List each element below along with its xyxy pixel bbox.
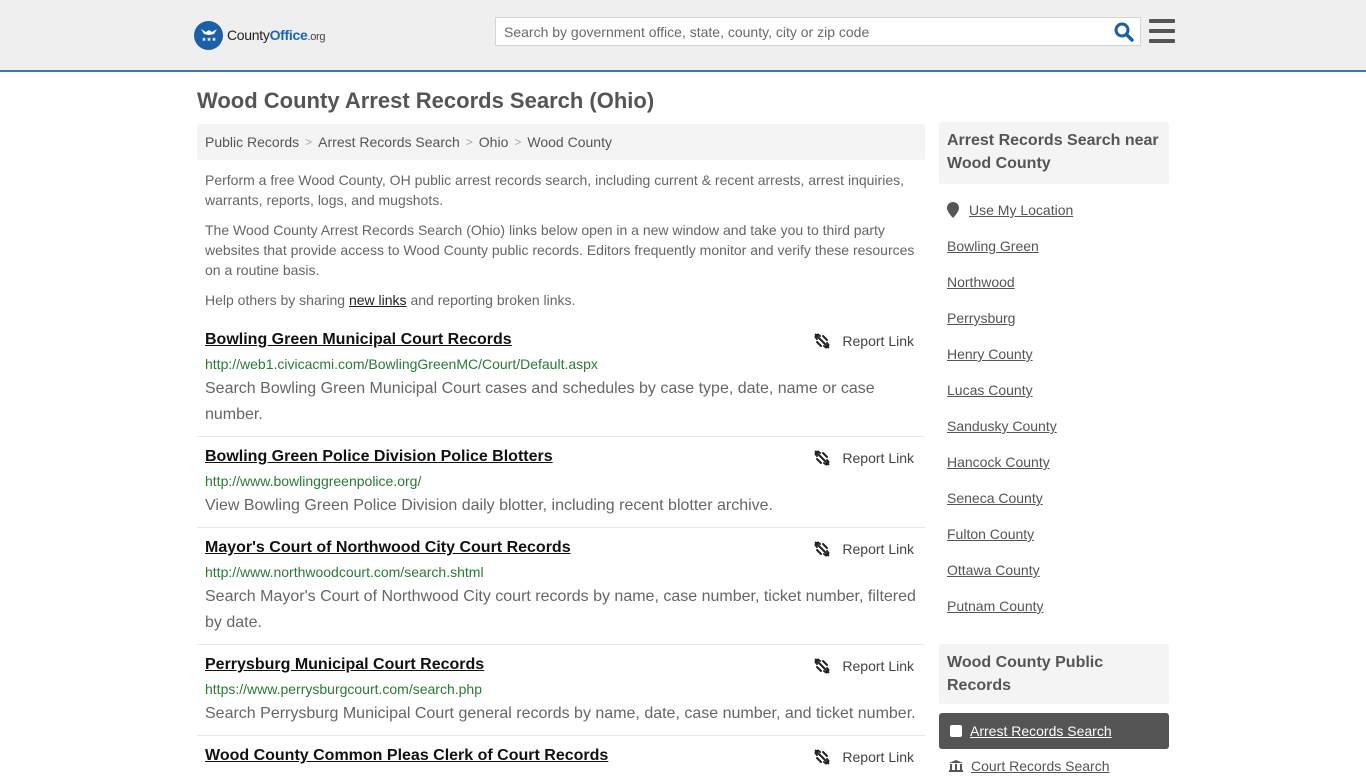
result-item: Perrysburg Municipal Court Records Repor… [197, 656, 925, 736]
nearby-link-lucas-county[interactable]: Lucas County [947, 382, 1033, 398]
result-item: Bowling Green Municipal Court Records Re… [197, 331, 925, 437]
intro-paragraph-1: Perform a free Wood County, OH public ar… [205, 172, 904, 208]
intro-text: and reporting broken links. [406, 292, 576, 308]
result-title-link[interactable]: Bowling Green Police Division Police Blo… [205, 448, 553, 466]
square-icon [950, 725, 962, 737]
report-link-label: Report Link [842, 749, 914, 765]
sidebar-item-label: Court Records Search [971, 758, 1110, 774]
result-url: http://www.northwoodcourt.com/search.sht… [205, 564, 484, 580]
search-bar [495, 17, 1141, 46]
search-input[interactable] [496, 18, 1108, 45]
nearby-link-sandusky-county[interactable]: Sandusky County [947, 418, 1057, 434]
result-title-link[interactable]: Mayor's Court of Northwood City Court Re… [205, 539, 571, 557]
result-title-link[interactable]: Bowling Green Municipal Court Records [205, 331, 512, 349]
search-button[interactable] [1108, 18, 1140, 45]
sidebar-item-label[interactable]: Arrest Records Search [970, 723, 1112, 739]
nearby-link-northwood[interactable]: Northwood [947, 274, 1015, 290]
breadcrumb: Public Records > Arrest Records Search >… [197, 124, 925, 160]
result-description: Search Mayor's Court of Northwood City c… [205, 588, 916, 631]
logo-text: CountyOffice.org [227, 27, 326, 43]
report-link-button[interactable]: Report Link [814, 333, 914, 349]
result-url: https://www.perrysburgcourt.com/search.p… [205, 681, 483, 697]
result-item: Bowling Green Police Division Police Blo… [197, 448, 925, 528]
result-title-link[interactable]: Perrysburg Municipal Court Records [205, 656, 484, 674]
sidebar-public-records-heading: Wood County Public Records [939, 644, 1169, 704]
report-link-label: Report Link [842, 658, 914, 674]
breadcrumb-separator: > [305, 135, 313, 149]
site-logo[interactable]: CountyOffice.org [194, 20, 326, 50]
nearby-link-henry-county[interactable]: Henry County [947, 346, 1033, 362]
sidebar-item-court-records-search[interactable]: Court Records Search [949, 758, 1110, 774]
result-description: Search Perrysburg Municipal Court genera… [205, 705, 916, 722]
nearby-link-bowling-green[interactable]: Bowling Green [947, 238, 1039, 254]
broken-link-icon [814, 541, 830, 557]
report-link-label: Report Link [842, 333, 914, 349]
hamburger-menu-icon[interactable] [1149, 19, 1175, 43]
logo-text-county: County [227, 27, 270, 43]
intro-text: Help others by sharing [205, 292, 349, 308]
result-url: http://web1.civicacmi.com/BowlingGreenMC… [205, 356, 598, 372]
report-link-label: Report Link [842, 541, 914, 557]
breadcrumb-public-records[interactable]: Public Records [205, 134, 299, 150]
broken-link-icon [814, 749, 830, 765]
use-my-location[interactable]: Use My Location [947, 202, 1073, 218]
report-link-button[interactable]: Report Link [814, 658, 914, 674]
broken-link-icon [814, 450, 830, 466]
broken-link-icon [814, 658, 830, 674]
result-description: View Bowling Green Police Division daily… [205, 497, 773, 514]
breadcrumb-separator: > [465, 135, 473, 149]
courthouse-icon [949, 760, 963, 772]
nearby-link-hancock-county[interactable]: Hancock County [947, 454, 1050, 470]
page-title: Wood County Arrest Records Search (Ohio) [197, 88, 655, 113]
use-my-location-link[interactable]: Use My Location [969, 202, 1073, 218]
report-link-label: Report Link [842, 450, 914, 466]
logo-text-org: .org [307, 31, 326, 43]
new-links-link[interactable]: new links [349, 292, 407, 308]
sidebar-item-arrest-records-search[interactable]: Arrest Records Search [939, 713, 1169, 749]
breadcrumb-arrest-records-search[interactable]: Arrest Records Search [318, 134, 460, 150]
top-header: CountyOffice.org [0, 0, 1366, 72]
result-description: Search Bowling Green Municipal Court cas… [205, 380, 875, 423]
nearby-link-ottawa-county[interactable]: Ottawa County [947, 562, 1040, 578]
intro-paragraph-2: The Wood County Arrest Records Search (O… [205, 222, 915, 278]
eagle-logo-icon [194, 20, 223, 50]
report-link-button[interactable]: Report Link [814, 749, 914, 765]
breadcrumb-ohio[interactable]: Ohio [479, 134, 509, 150]
report-link-button[interactable]: Report Link [814, 541, 914, 557]
intro-paragraph-3: Help others by sharing new links and rep… [205, 290, 920, 310]
search-icon [1114, 22, 1134, 42]
nearby-link-fulton-county[interactable]: Fulton County [947, 526, 1034, 542]
sidebar-nearby-heading: Arrest Records Search near Wood County [939, 122, 1169, 184]
result-item: Mayor's Court of Northwood City Court Re… [197, 539, 925, 645]
broken-link-icon [814, 333, 830, 349]
logo-text-office: Office [269, 27, 308, 43]
result-title-link[interactable]: Wood County Common Pleas Clerk of Court … [205, 747, 608, 765]
report-link-button[interactable]: Report Link [814, 450, 914, 466]
nearby-link-seneca-county[interactable]: Seneca County [947, 490, 1043, 506]
map-pin-icon [947, 202, 959, 218]
breadcrumb-separator: > [514, 135, 522, 149]
result-item: Wood County Common Pleas Clerk of Court … [197, 747, 925, 777]
result-url: http://www.bowlinggreenpolice.org/ [205, 473, 422, 489]
breadcrumb-wood-county[interactable]: Wood County [527, 134, 612, 150]
nearby-link-putnam-county[interactable]: Putnam County [947, 598, 1044, 614]
nearby-link-perrysburg[interactable]: Perrysburg [947, 310, 1015, 326]
